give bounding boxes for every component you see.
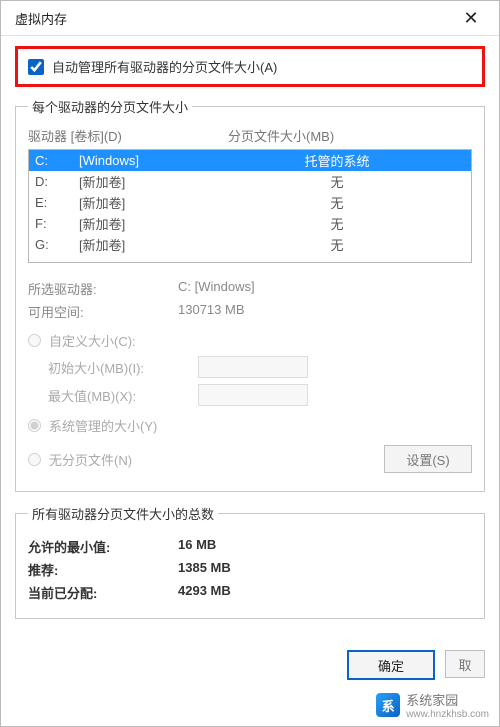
ok-button[interactable]: 确定 <box>347 650 435 680</box>
initial-size-input[interactable] <box>198 356 308 378</box>
drive-letter: D: <box>35 174 79 189</box>
system-managed-radio[interactable] <box>28 419 41 432</box>
drive-row[interactable]: C: [Windows] 托管的系统 <box>29 150 471 171</box>
selected-drive-label: 所选驱动器: <box>28 279 178 298</box>
max-size-label: 最大值(MB)(X): <box>28 386 198 405</box>
totals-group: 所有驱动器分页文件大小的总数 允许的最小值: 16 MB 推荐: 1385 MB… <box>15 504 485 619</box>
drive-pagefile: 无 <box>249 193 465 212</box>
drive-letter: G: <box>35 237 79 252</box>
window-title: 虚拟内存 <box>15 9 67 28</box>
custom-size-radio-row: 自定义大小(C): <box>28 331 472 350</box>
virtual-memory-dialog: 虚拟内存 ✕ 自动管理所有驱动器的分页文件大小(A) 每个驱动器的分页文件大小 … <box>0 0 500 727</box>
drive-volume: [新加卷] <box>79 193 249 212</box>
auto-manage-checkbox[interactable] <box>28 59 44 75</box>
watermark-icon: 系 <box>376 693 400 717</box>
custom-size-radio[interactable] <box>28 334 41 347</box>
no-pagefile-label: 无分页文件(N) <box>49 450 132 469</box>
drive-list-header: 驱动器 [卷标](D) 分页文件大小(MB) <box>28 126 472 145</box>
min-allowed-label: 允许的最小值: <box>28 537 178 556</box>
drive-pagefile: 托管的系统 <box>249 151 465 170</box>
drive-row[interactable]: E: [新加卷] 无 <box>29 192 471 213</box>
set-button[interactable]: 设置(S) <box>384 445 472 473</box>
watermark-url: www.hnzkhsb.com <box>406 709 489 720</box>
recommended-label: 推荐: <box>28 560 178 579</box>
selected-drive-info: 所选驱动器: C: [Windows] 可用空间: 130713 MB <box>28 279 472 321</box>
watermark-text: 系统家园 <box>406 690 489 709</box>
auto-manage-label: 自动管理所有驱动器的分页文件大小(A) <box>52 57 277 76</box>
drive-row[interactable]: G: [新加卷] 无 <box>29 234 471 255</box>
free-space-label: 可用空间: <box>28 302 178 321</box>
auto-manage-highlight: 自动管理所有驱动器的分页文件大小(A) <box>15 46 485 87</box>
allocated-value: 4293 MB <box>178 583 472 602</box>
max-size-input[interactable] <box>198 384 308 406</box>
totals-legend: 所有驱动器分页文件大小的总数 <box>28 504 218 523</box>
initial-size-label: 初始大小(MB)(I): <box>28 358 198 377</box>
content-area: 自动管理所有驱动器的分页文件大小(A) 每个驱动器的分页文件大小 驱动器 [卷标… <box>1 36 499 637</box>
drive-letter: F: <box>35 216 79 231</box>
drive-pagefile: 无 <box>249 235 465 254</box>
recommended-value: 1385 MB <box>178 560 472 579</box>
drive-volume: [新加卷] <box>79 172 249 191</box>
drive-volume: [Windows] <box>79 153 249 168</box>
drive-row[interactable]: D: [新加卷] 无 <box>29 171 471 192</box>
drive-volume: [新加卷] <box>79 214 249 233</box>
drive-letter: C: <box>35 153 79 168</box>
system-managed-radio-row: 系统管理的大小(Y) <box>28 416 472 435</box>
system-managed-label: 系统管理的大小(Y) <box>49 416 157 435</box>
allocated-label: 当前已分配: <box>28 583 178 602</box>
cancel-button[interactable]: 取 <box>445 650 485 678</box>
drive-pagefile: 无 <box>249 214 465 233</box>
watermark: 系 系统家园 www.hnzkhsb.com <box>372 688 493 722</box>
dialog-footer: 确定 取 <box>1 650 499 680</box>
drive-pagefile: 无 <box>249 172 465 191</box>
per-drive-group: 每个驱动器的分页文件大小 驱动器 [卷标](D) 分页文件大小(MB) C: [… <box>15 97 485 492</box>
per-drive-legend: 每个驱动器的分页文件大小 <box>28 97 192 116</box>
size-header-label: 分页文件大小(MB) <box>228 126 472 145</box>
drive-volume: [新加卷] <box>79 235 249 254</box>
titlebar: 虚拟内存 ✕ <box>1 1 499 36</box>
drive-header-label: 驱动器 [卷标](D) <box>28 126 228 145</box>
min-allowed-value: 16 MB <box>178 537 472 556</box>
drive-row[interactable]: F: [新加卷] 无 <box>29 213 471 234</box>
selected-drive-value: C: [Windows] <box>178 279 472 298</box>
drive-letter: E: <box>35 195 79 210</box>
no-pagefile-radio[interactable] <box>28 453 41 466</box>
max-size-row: 最大值(MB)(X): <box>28 384 472 406</box>
no-pagefile-row: 无分页文件(N) 设置(S) <box>28 445 472 473</box>
initial-size-row: 初始大小(MB)(I): <box>28 356 472 378</box>
drive-list[interactable]: C: [Windows] 托管的系统 D: [新加卷] 无 E: [新加卷] 无… <box>28 149 472 263</box>
free-space-value: 130713 MB <box>178 302 472 321</box>
custom-size-label: 自定义大小(C): <box>49 331 136 350</box>
close-icon[interactable]: ✕ <box>451 1 491 35</box>
